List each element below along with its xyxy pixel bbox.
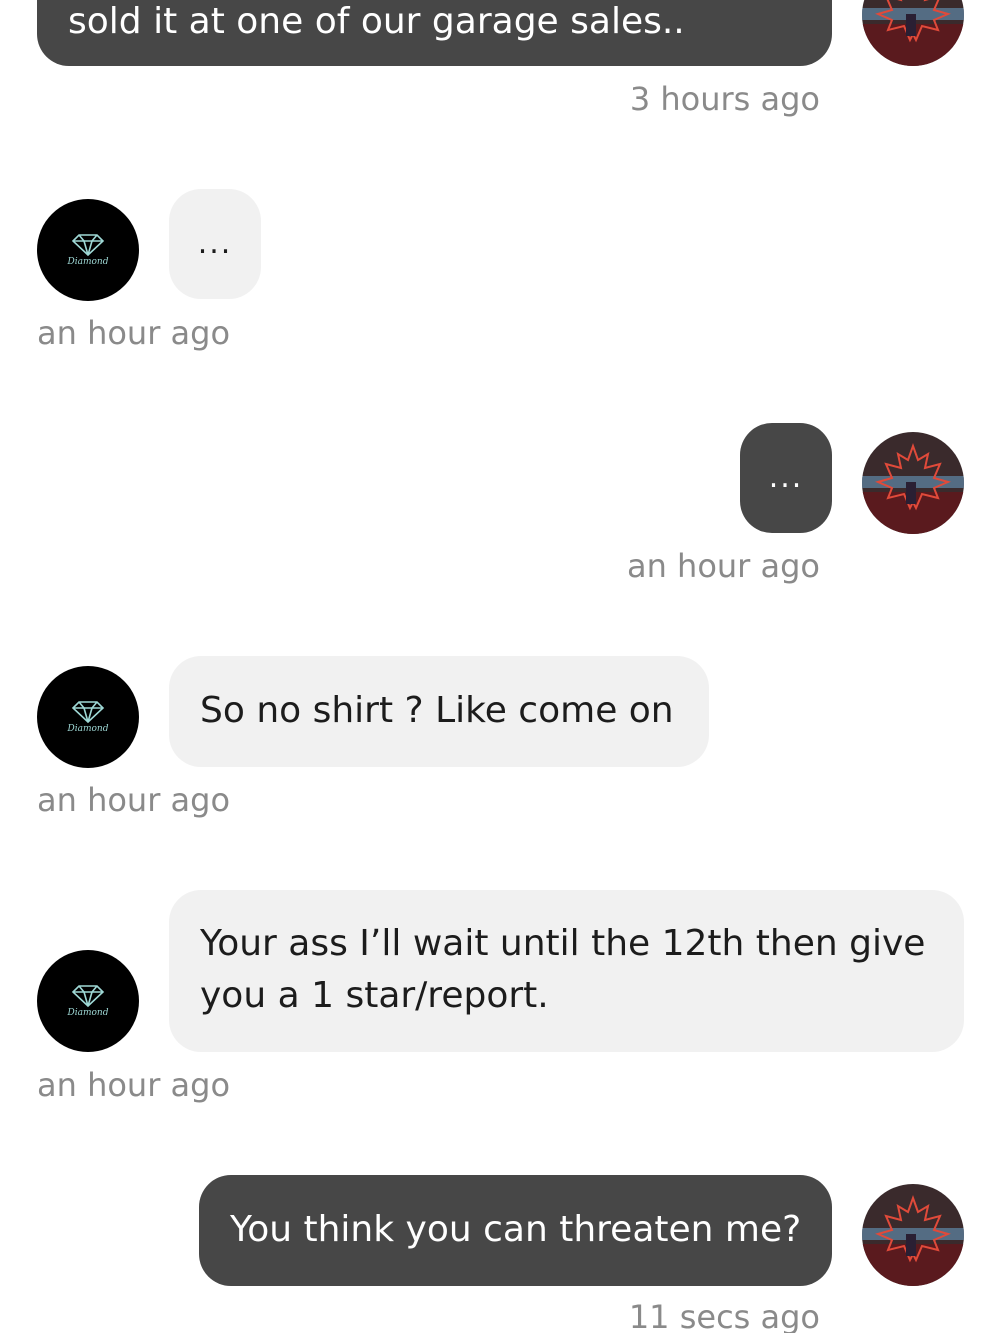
message-text: So no shirt ? Like come on: [200, 690, 674, 731]
other-user-avatar[interactable]: Diamond: [37, 666, 139, 768]
message-timestamp: an hour ago: [37, 1066, 231, 1104]
other-user-avatar[interactable]: Diamond: [37, 950, 139, 1052]
message-timestamp: an hour ago: [626, 547, 820, 585]
my-avatar[interactable]: [862, 0, 964, 66]
incoming-message-bubble[interactable]: ...: [169, 189, 261, 299]
other-user-avatar[interactable]: Diamond: [37, 199, 139, 301]
avatar-brand-text: Diamond: [67, 1008, 109, 1018]
outgoing-message-bubble[interactable]: You think you can threaten me?: [199, 1175, 832, 1286]
message-timestamp: 11 secs ago: [628, 1298, 820, 1333]
message-timestamp: 3 hours ago: [629, 80, 820, 118]
message-text: ...: [197, 226, 233, 261]
message-text: You think you can threaten me?: [230, 1209, 802, 1250]
outgoing-message-bubble[interactable]: ...: [740, 423, 832, 533]
message-text: Your ass I’ll wait until the 12th then g…: [200, 923, 926, 1016]
message-timestamp: an hour ago: [37, 314, 231, 352]
incoming-message-bubble[interactable]: Your ass I’ll wait until the 12th then g…: [169, 890, 964, 1052]
my-avatar[interactable]: [862, 1184, 964, 1286]
message-thread: sold it at one of our garage sales.. 3 h…: [0, 0, 1000, 1333]
my-avatar[interactable]: [862, 432, 964, 534]
message-text: sold it at one of our garage sales..: [68, 1, 685, 42]
message-timestamp: an hour ago: [37, 781, 231, 819]
avatar-brand-text: Diamond: [67, 257, 109, 267]
outgoing-message-bubble[interactable]: sold it at one of our garage sales..: [37, 0, 832, 66]
avatar-brand-text: Diamond: [67, 724, 109, 734]
incoming-message-bubble[interactable]: So no shirt ? Like come on: [169, 656, 709, 767]
message-text: ...: [768, 460, 804, 495]
